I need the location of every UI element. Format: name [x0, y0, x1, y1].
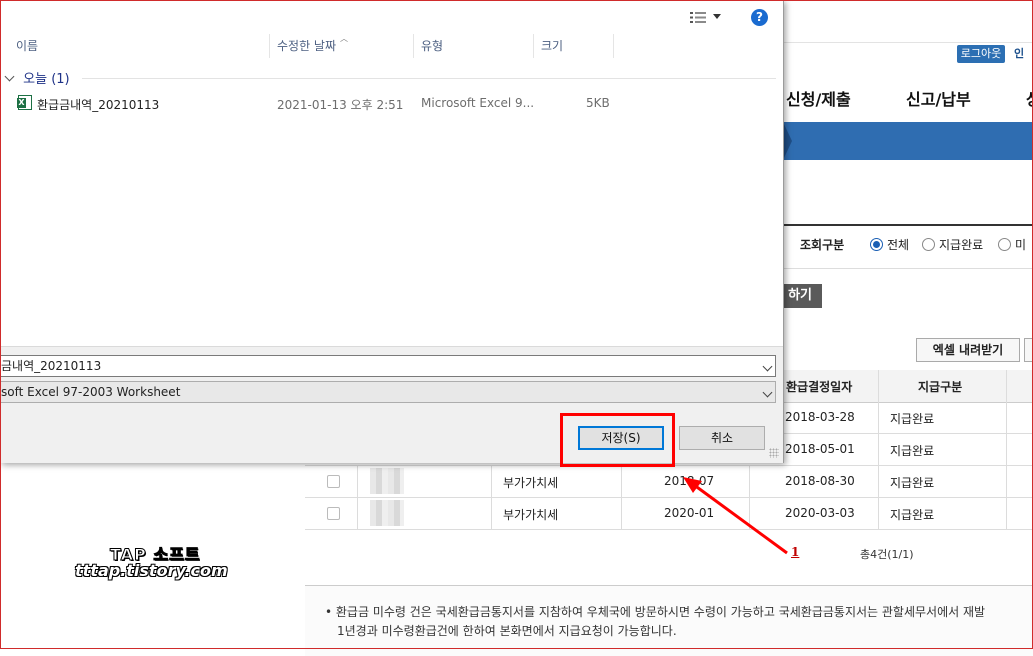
cancel-button[interactable]: 취소: [679, 426, 765, 450]
nav-item-report-pay[interactable]: 신고/납부: [906, 86, 971, 110]
chevron-down-icon[interactable]: [762, 387, 773, 398]
extra-button-cut[interactable]: [1024, 338, 1033, 362]
column-divider: [1006, 370, 1007, 530]
radio-all-label: 전체: [887, 238, 910, 252]
table-cell-decision-date: 2018-03-28: [785, 410, 855, 424]
excel-file-icon: [17, 95, 32, 110]
column-header-modified[interactable]: 수정한 날짜: [271, 34, 414, 58]
column-header-name[interactable]: 이름: [10, 34, 270, 58]
notice-line-2: 1년경과 미수령환급건에 한하여 본화면에서 지급요청이 가능합니다.: [337, 624, 677, 638]
chevron-down-icon: [4, 71, 15, 82]
radio-unpaid-label: 미: [1015, 238, 1027, 252]
nav-item-apply[interactable]: 신청/제출: [786, 86, 851, 110]
section-banner: [783, 122, 1033, 160]
table-cell-status: 지급완료: [890, 476, 935, 490]
highlight-box: [560, 413, 675, 467]
radio-unselected-icon: [922, 238, 935, 251]
row-divider: [305, 529, 1033, 530]
table-cell-period: 2018-07: [664, 474, 715, 488]
redacted-cell: [370, 468, 404, 494]
table-cell-decision-date: 2020-03-03: [785, 506, 855, 520]
radio-paid-label: 지급완료: [939, 238, 984, 252]
row-divider: [305, 497, 1033, 498]
file-name: 환급금내역_20210113: [37, 98, 160, 112]
table-total-count: 총4건(1/1): [860, 548, 914, 561]
column-divider: [491, 466, 492, 530]
file-type: Microsoft Excel 9...: [421, 96, 535, 110]
dialog-toolbar: ?: [0, 0, 783, 34]
radio-paid[interactable]: 지급완료: [922, 236, 983, 253]
radio-unselected-icon: [998, 238, 1011, 251]
excel-download-button[interactable]: 엑셀 내려받기: [916, 338, 1020, 362]
view-options-icon[interactable]: [690, 12, 706, 23]
chevron-down-icon[interactable]: [762, 361, 773, 372]
column-header-type[interactable]: 유형: [415, 34, 534, 58]
group-header-today[interactable]: 오늘 (1): [4, 68, 70, 87]
table-cell-status: 지급완료: [890, 508, 935, 522]
row-checkbox[interactable]: [327, 475, 340, 488]
group-label: 오늘 (1): [23, 72, 70, 87]
filetype-value: soft Excel 97-2003 Worksheet: [1, 385, 181, 399]
notice-box: [305, 585, 1033, 656]
column-header-size[interactable]: 크기: [535, 34, 614, 58]
radio-selected-icon: [870, 238, 883, 251]
watermark-url: tttap.tistory.com: [75, 561, 228, 580]
radio-unpaid[interactable]: 미: [998, 236, 1026, 253]
column-header-status: 지급구분: [918, 380, 963, 394]
resize-grip-icon[interactable]: [769, 448, 779, 458]
row-divider: [783, 433, 1033, 434]
file-size: 5KB: [586, 96, 610, 110]
nav-item-cut[interactable]: 상: [1026, 86, 1033, 110]
redacted-cell: [370, 500, 404, 526]
filter-label: 조회구분: [800, 238, 845, 252]
column-divider: [357, 466, 358, 530]
filetype-select[interactable]: soft Excel 97-2003 Worksheet: [0, 381, 776, 403]
notice-line-1: • 환급금 미수령 건은 국세환급금통지서를 지참하여 우체국에 방문하시면 수…: [325, 605, 986, 619]
table-cell-status: 지급완료: [890, 412, 935, 426]
table-cell-tax-type: 부가가치세: [503, 476, 559, 490]
table-cell-decision-date: 2018-05-01: [785, 442, 855, 456]
row-checkbox[interactable]: [327, 507, 340, 520]
radio-all[interactable]: 전체: [870, 236, 909, 253]
table-cell-period: 2020-01: [664, 506, 715, 520]
column-divider: [749, 466, 750, 530]
table-cell-tax-type: 부가가치세: [503, 508, 559, 522]
table-cell-decision-date: 2018-08-30: [785, 474, 855, 488]
banner-arrow-icon: [783, 122, 792, 160]
annotation-number: 1: [791, 545, 800, 559]
filename-value: 금내역_20210113: [1, 359, 102, 373]
top-link-cut[interactable]: 인: [1014, 45, 1024, 63]
column-header-decision-date: 환급결정일자: [786, 380, 853, 394]
group-divider: [82, 78, 776, 79]
filename-input[interactable]: 금내역_20210113: [0, 355, 776, 377]
file-row[interactable]: 환급금내역_20210113 2021-01-13 오후 2:51 Micros…: [14, 92, 774, 114]
table-cell-status: 지급완료: [890, 444, 935, 458]
column-divider: [621, 466, 622, 530]
help-icon[interactable]: ?: [751, 9, 768, 26]
file-modified: 2021-01-13 오후 2:51: [277, 98, 404, 112]
save-as-dialog: ? 이름 ︿ 수정한 날짜 유형 크기 오늘 (1) 환급금내역_2021011…: [0, 0, 784, 463]
logout-button[interactable]: 로그아웃: [957, 45, 1005, 63]
column-divider: [878, 370, 879, 530]
chevron-down-icon[interactable]: [713, 14, 721, 19]
